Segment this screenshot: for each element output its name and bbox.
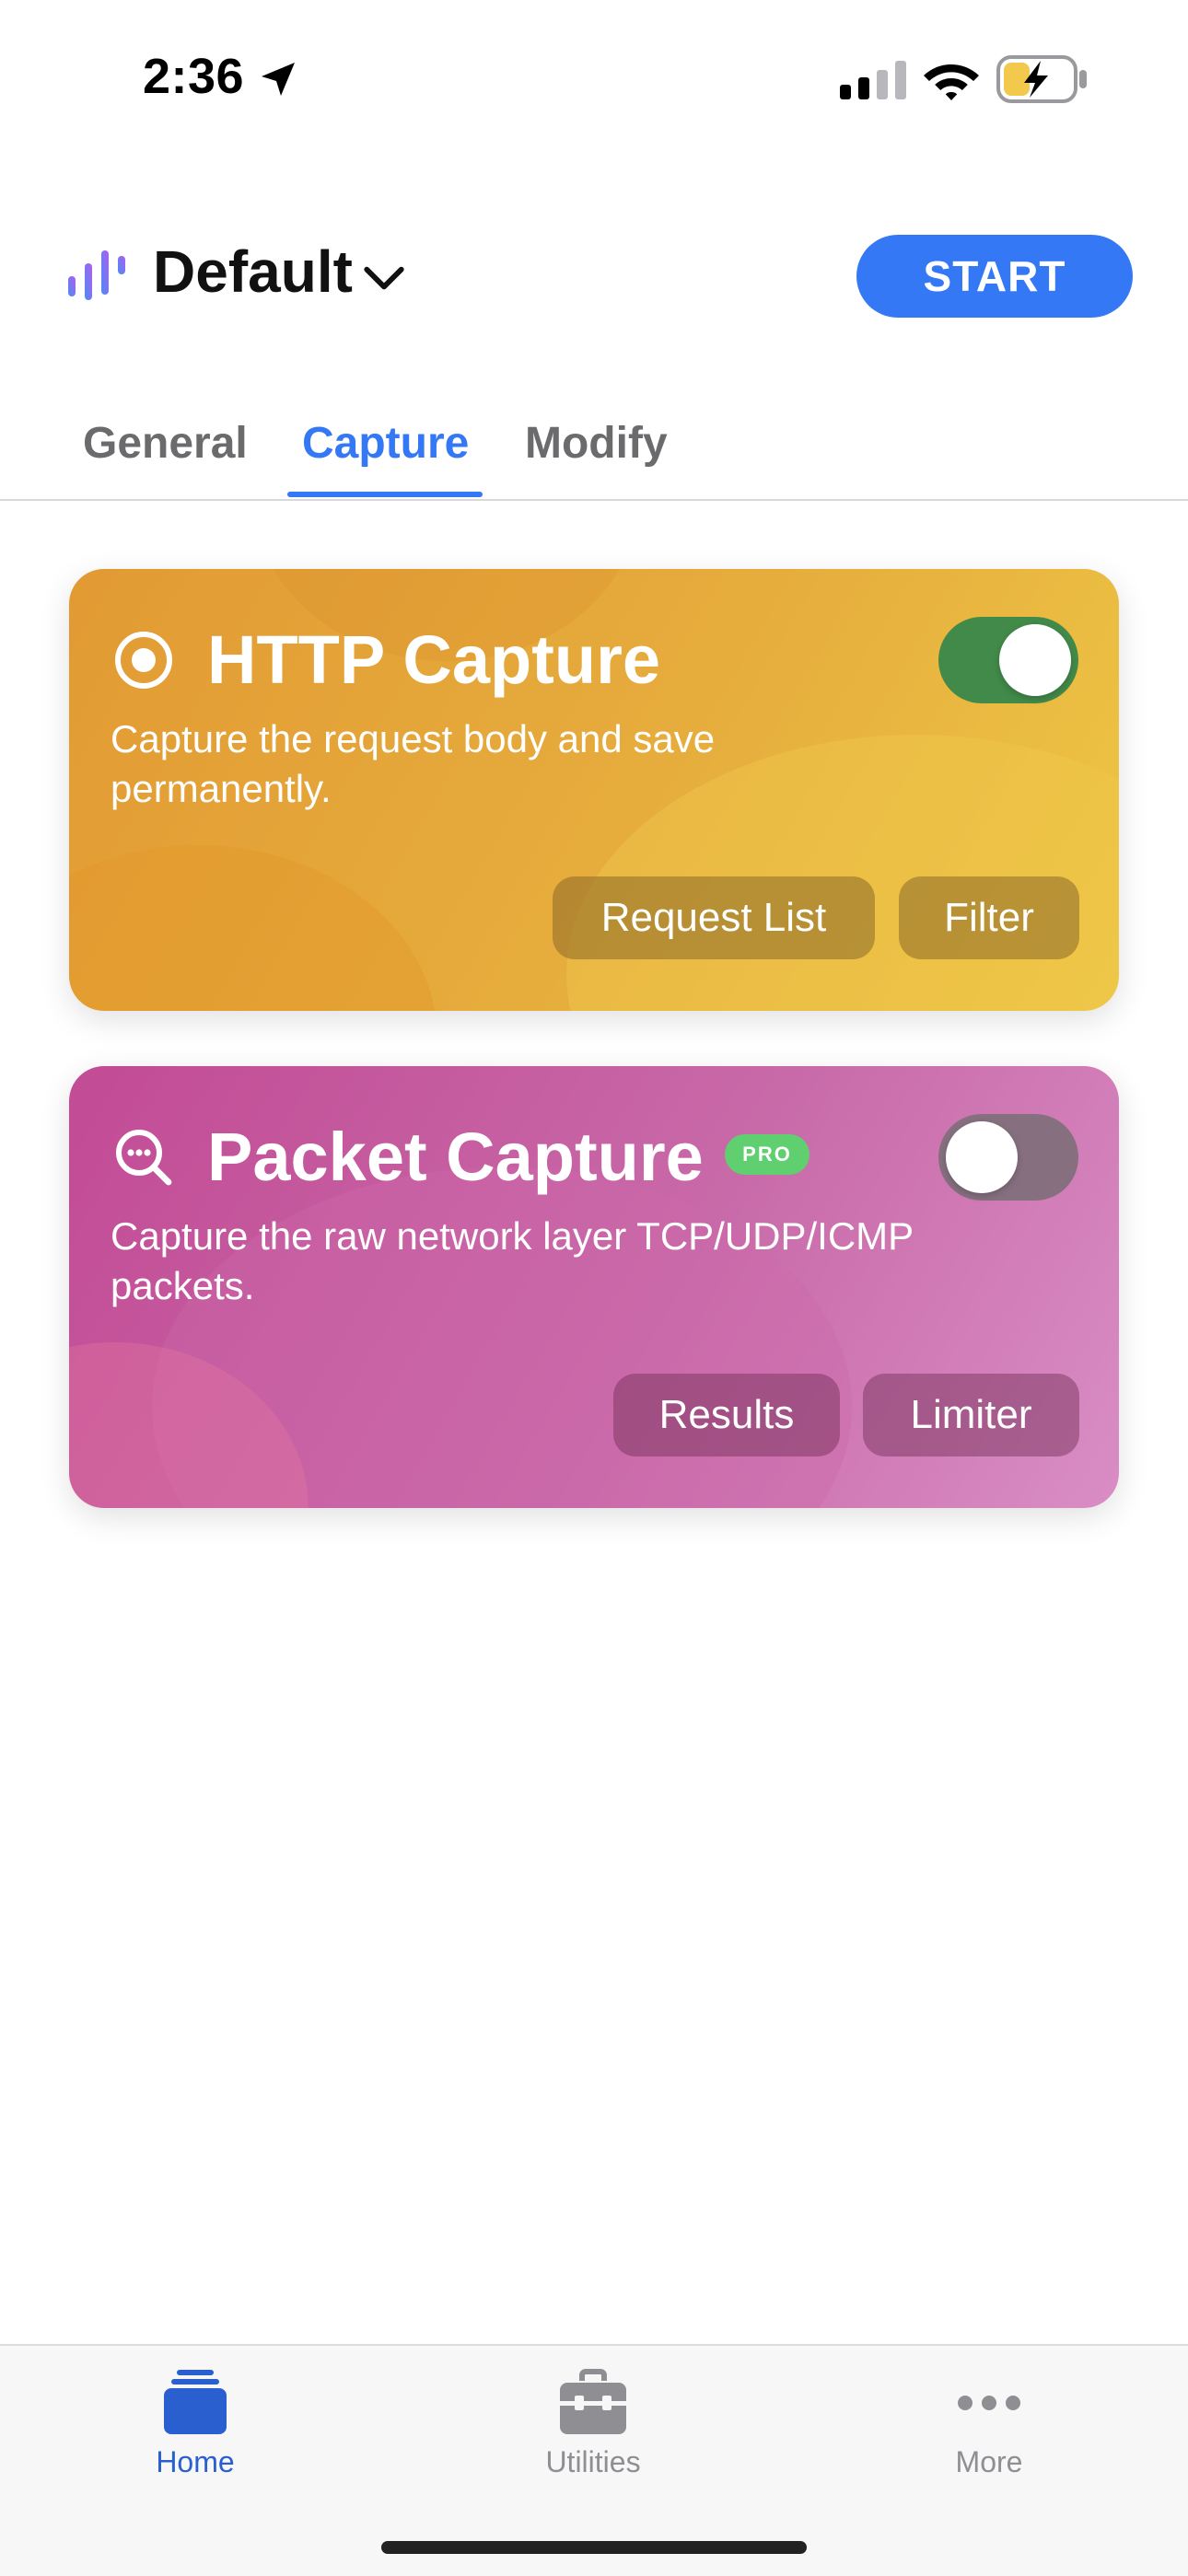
home-indicator (381, 2541, 807, 2554)
chevron-down-icon[interactable] (361, 254, 407, 300)
magnifier-dots-icon (116, 1130, 172, 1186)
packet-capture-toggle[interactable] (938, 1114, 1078, 1201)
wifi-icon (924, 64, 979, 100)
start-button[interactable]: START (856, 235, 1133, 318)
tabbar-more-label: More (955, 2445, 1023, 2478)
results-button[interactable]: Results (613, 1374, 840, 1456)
toolbox-icon (560, 2369, 626, 2434)
cellular-signal-icon (840, 61, 906, 99)
request-list-button[interactable]: Request List (553, 876, 875, 959)
status-bar: 2:36 (0, 0, 1188, 157)
active-tab-indicator (287, 492, 483, 497)
record-target-icon (115, 632, 172, 689)
location-arrow-icon (262, 63, 295, 96)
tab-modify[interactable]: Modify (525, 418, 668, 469)
tabbar-utilities[interactable]: Utilities (455, 2346, 731, 2530)
toggle-knob (999, 624, 1071, 696)
status-time: 2:36 (143, 49, 245, 104)
filter-button[interactable]: Filter (899, 876, 1079, 959)
tab-capture[interactable]: Capture (302, 418, 469, 469)
packet-capture-description: Capture the raw network layer TCP/UDP/IC… (111, 1214, 914, 1307)
tab-general[interactable]: General (83, 418, 248, 469)
http-capture-title: HTTP Capture (207, 621, 661, 698)
packet-capture-card: Packet Capture PRO Capture the raw netwo… (69, 1066, 1119, 1508)
tabbar-home-label: Home (156, 2445, 235, 2478)
pro-badge: PRO (725, 1134, 809, 1175)
home-stack-icon (164, 2370, 227, 2434)
http-capture-card: HTTP Capture Capture the request body an… (69, 569, 1119, 1011)
battery-charging-icon (996, 55, 1087, 103)
http-capture-toggle[interactable] (938, 617, 1078, 703)
profile-name[interactable]: Default (153, 238, 353, 306)
waveform-bars-icon (68, 250, 125, 300)
ellipsis-icon (958, 2396, 1020, 2410)
segment-tabs: General Capture Modify (0, 396, 1188, 501)
tabbar-utilities-label: Utilities (545, 2445, 641, 2478)
http-capture-description: Capture the request body and save perman… (111, 717, 716, 810)
tabbar-more[interactable]: More (851, 2346, 1127, 2530)
card-decoration (69, 845, 437, 1011)
packet-capture-title: Packet Capture (207, 1119, 704, 1195)
tabbar-home[interactable]: Home (57, 2346, 333, 2530)
toggle-knob (946, 1121, 1018, 1193)
limiter-button[interactable]: Limiter (863, 1374, 1079, 1456)
